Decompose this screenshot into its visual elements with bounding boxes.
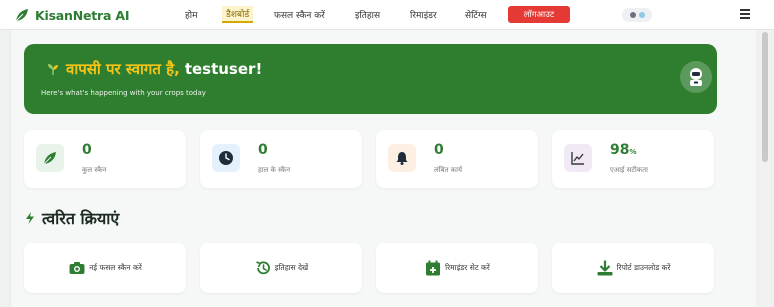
stat-card-pending-tasks: 0 लंबित कार्य <box>376 130 538 188</box>
calendar-plus-icon <box>426 260 441 276</box>
action-label: रिमाइंडर सेट करें <box>445 263 490 272</box>
nav-link-history[interactable]: इतिहास <box>355 8 380 21</box>
action-label: इतिहास देखें <box>274 263 309 272</box>
scrollbar-thumb[interactable] <box>762 32 768 162</box>
top-navbar: KisanNetra AI होम डैशबोर्ड फसल स्कैन करे… <box>0 0 774 30</box>
quick-actions-heading: त्वरित क्रियाएं <box>42 209 120 228</box>
brand-logo[interactable]: KisanNetra AI <box>14 6 130 24</box>
action-set-reminder-button[interactable]: रिमाइंडर सेट करें <box>376 243 538 293</box>
stat-label: कुल स्कैन <box>82 166 107 174</box>
welcome-title: वापसी पर स्वागत है, testuser ! <box>46 59 262 79</box>
chart-line-icon <box>571 152 584 165</box>
welcome-username: testuser <box>184 60 256 78</box>
nav-link-settings[interactable]: सेटिंग्स <box>465 8 487 21</box>
leaf-icon <box>15 9 28 22</box>
download-icon <box>597 260 613 276</box>
nav-link-dashboard[interactable]: डैशबोर्ड <box>222 6 254 23</box>
stat-value: 0 <box>258 142 268 158</box>
bolt-icon <box>26 212 34 224</box>
nav-link-scan[interactable]: फसल स्कैन करें <box>274 8 325 21</box>
theme-toggle[interactable] <box>622 8 652 22</box>
scrollbar[interactable] <box>760 30 770 307</box>
stat-value: 98% <box>610 142 637 158</box>
action-new-scan-button[interactable]: नई फसल स्कैन करें <box>24 243 186 293</box>
stat-icon-box <box>212 144 240 172</box>
stat-label: हाल के स्कैन <box>258 166 291 174</box>
nav-link-home[interactable]: होम <box>185 8 198 21</box>
action-download-report-button[interactable]: रिपोर्ट डाउनलोड करें <box>552 243 714 293</box>
brand-name: KisanNetra AI <box>35 7 130 23</box>
leaf-icon <box>43 152 56 165</box>
bell-icon <box>396 152 408 165</box>
logout-button[interactable]: लॉगआउट <box>508 6 570 23</box>
history-icon <box>255 261 270 275</box>
avatar[interactable] <box>680 61 712 93</box>
hamburger-menu-icon[interactable] <box>740 9 750 19</box>
stat-label: एआई सटीकता <box>610 166 648 174</box>
welcome-greeting: वापसी पर स्वागत है, <box>66 60 180 78</box>
action-label: नई फसल स्कैन करें <box>89 263 142 272</box>
toggle-dot-dark <box>630 12 636 18</box>
nav-link-reminder[interactable]: रिमाइंडर <box>410 8 437 21</box>
stat-icon-box <box>388 144 416 172</box>
stat-icon-box <box>36 144 64 172</box>
stat-label: लंबित कार्य <box>434 166 463 174</box>
action-label: रिपोर्ट डाउनलोड करें <box>616 263 671 272</box>
welcome-banner: वापसी पर स्वागत है, testuser ! Here's wh… <box>24 44 717 114</box>
stat-value: 0 <box>434 142 444 158</box>
sprout-icon <box>48 64 58 75</box>
stat-value: 0 <box>82 142 92 158</box>
quick-actions-title: त्वरित क्रियाएं <box>24 207 119 229</box>
camera-icon <box>69 262 85 274</box>
clock-icon <box>219 151 233 165</box>
stat-card-total-scans: 0 कुल स्कैन <box>24 130 186 188</box>
stat-card-ai-accuracy: 98% एआई सटीकता <box>552 130 714 188</box>
stat-icon-box <box>564 144 592 172</box>
action-view-history-button[interactable]: इतिहास देखें <box>200 243 362 293</box>
robot-icon <box>690 68 702 86</box>
welcome-subtitle: Here's what's happening with your crops … <box>41 89 206 97</box>
welcome-exclamation: ! <box>255 60 263 78</box>
stat-card-recent-scans: 0 हाल के स्कैन <box>200 130 362 188</box>
toggle-dot-light <box>639 12 645 18</box>
